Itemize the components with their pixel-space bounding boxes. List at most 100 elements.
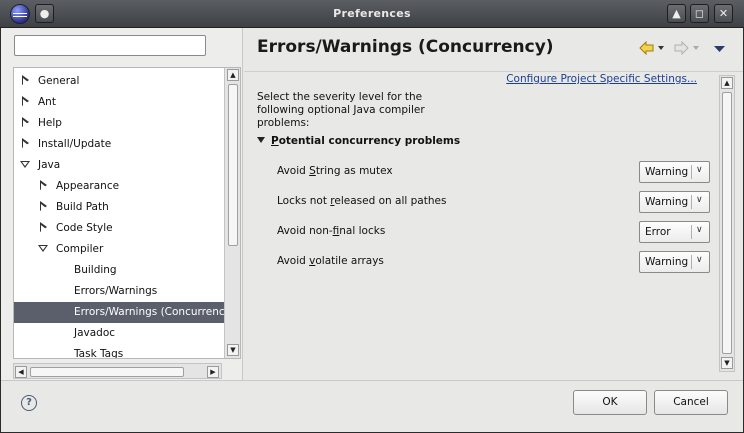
option-label: Avoid non-final locks	[277, 225, 385, 237]
tree-item-label: Errors/Warnings	[74, 285, 158, 297]
left-panel: General Ant Help Install/Update Java Appearan…	[1, 28, 243, 380]
option-row: Avoid non-final locks Error ∨	[277, 221, 717, 243]
tree-item[interactable]: Compiler	[38, 239, 103, 260]
scroll-thumb[interactable]	[228, 84, 238, 246]
option-label-suffix: tring as mutex	[315, 165, 393, 177]
view-menu-button[interactable]	[714, 44, 726, 52]
collapsed-arrow-inner-icon	[38, 224, 50, 234]
tree-item[interactable]: General	[20, 71, 79, 92]
preference-tree: General Ant Help Install/Update Java Appearan…	[13, 67, 241, 359]
dropdown-divider	[691, 225, 692, 239]
tree-item[interactable]: Build Path	[38, 197, 109, 218]
severity-value: Error	[645, 226, 671, 238]
severity-dropdown[interactable]: Warning ∨	[639, 161, 710, 183]
help-icon[interactable]: ?	[21, 395, 37, 411]
back-button[interactable]	[639, 40, 667, 56]
collapsed-arrow-inner-icon	[20, 140, 32, 150]
chevron-down-icon: ∨	[696, 225, 703, 235]
tree-item-label: Appearance	[56, 180, 120, 192]
title-bar: ● Preferences ▲ ◻ ✕	[0, 0, 744, 28]
maximize-button[interactable]: ◻	[690, 4, 709, 23]
option-label-prefix: Locks not	[277, 195, 331, 207]
collapsed-arrow-inner-icon	[20, 119, 32, 129]
preferences-dialog: General Ant Help Install/Update Java Appearan…	[1, 28, 743, 432]
tree-item[interactable]: Building	[74, 260, 117, 281]
tree-item[interactable]: Appearance	[38, 176, 119, 197]
section-header[interactable]: Potential concurrency problems	[257, 135, 460, 147]
tree-item[interactable]: Install/Update	[20, 134, 111, 155]
close-button[interactable]: ✕	[714, 4, 733, 23]
tree-horizontal-scrollbar[interactable]: ◀ ▶	[13, 363, 222, 379]
tree-item[interactable]: Help	[20, 113, 62, 134]
tree-item-label: General	[38, 75, 80, 87]
tree-item[interactable]: Errors/Warnings	[74, 281, 157, 302]
dropdown-divider	[691, 195, 692, 209]
chevron-down-icon	[714, 46, 725, 52]
severity-value: Warning	[645, 256, 689, 268]
content-scroll-up-arrow[interactable]: ▲	[721, 77, 733, 89]
settings-content: Configure Project Specific Settings... S…	[244, 72, 724, 380]
window-title: Preferences	[333, 7, 411, 20]
expanded-arrow-icon[interactable]	[38, 243, 50, 253]
option-label-prefix: Avoid	[277, 165, 310, 177]
expand-triangle-icon	[257, 137, 265, 143]
option-label-suffix: eleased on all pathes	[334, 195, 447, 207]
tree-item[interactable]: Code Style	[38, 218, 113, 239]
option-label-prefix: Avoid	[277, 255, 310, 267]
tree-vertical-scrollbar[interactable]: ▲ ▼	[224, 68, 240, 358]
option-label-suffix: inal locks	[339, 225, 386, 237]
tree-item-label: Task Tags	[74, 348, 124, 359]
severity-value: Warning	[645, 166, 689, 178]
content-scroll-thumb[interactable]	[722, 92, 732, 354]
tree-item-label: Building	[74, 264, 117, 276]
content-scroll-down-arrow[interactable]: ▼	[721, 357, 733, 369]
scroll-left-arrow[interactable]: ◀	[15, 366, 27, 378]
scroll-up-arrow[interactable]: ▲	[227, 69, 239, 81]
collapsed-arrow-inner-icon	[38, 203, 50, 213]
filter-input[interactable]	[14, 35, 206, 56]
option-label-suffix: olatile arrays	[315, 255, 384, 267]
tree-item[interactable]: Ant	[20, 92, 56, 113]
footer-divider	[1, 380, 743, 381]
tree-item-label: Javadoc	[74, 327, 116, 339]
forward-arrow-icon	[674, 40, 699, 56]
chevron-down-icon: ∨	[696, 195, 703, 205]
ok-button[interactable]: OK	[573, 390, 647, 415]
option-label: Avoid volatile arrays	[277, 255, 384, 267]
chevron-down-icon: ∨	[696, 165, 703, 175]
tree-item-label: Install/Update	[38, 138, 112, 150]
tree-item-label: Ant	[38, 96, 56, 108]
severity-value: Warning	[645, 196, 689, 208]
tree-item-label: Help	[38, 117, 62, 129]
description-text: Select the severity level for the follow…	[257, 91, 425, 129]
back-arrow-icon	[639, 40, 664, 56]
configure-project-settings-link[interactable]: Configure Project Specific Settings...	[506, 73, 697, 85]
tree-item[interactable]: Errors/Warnings (Concurrency)	[14, 302, 235, 323]
scroll-right-arrow[interactable]: ▶	[207, 366, 219, 378]
scroll-down-arrow[interactable]: ▼	[227, 344, 239, 356]
option-label: Locks not released on all pathes	[277, 195, 446, 207]
page-title: Errors/Warnings (Concurrency)	[257, 37, 554, 57]
collapsed-arrow-inner-icon	[20, 77, 32, 87]
tree-item[interactable]: Javadoc	[74, 323, 115, 344]
forward-button[interactable]	[674, 40, 702, 56]
tree-item[interactable]: Java	[20, 155, 60, 176]
severity-dropdown[interactable]: Warning ∨	[639, 191, 710, 213]
tree-item-label: Errors/Warnings (Concurrency)	[74, 306, 235, 318]
expanded-arrow-icon[interactable]	[20, 159, 32, 169]
option-row: Avoid String as mutex Warning ∨	[277, 161, 717, 183]
dropdown-divider	[691, 165, 692, 179]
option-row: Avoid volatile arrays Warning ∨	[277, 251, 717, 273]
cancel-button[interactable]: Cancel	[654, 390, 728, 415]
collapsed-arrow-inner-icon	[20, 98, 32, 108]
severity-dropdown[interactable]: Warning ∨	[639, 251, 710, 273]
tree-item-label: Java	[38, 159, 61, 171]
horizontal-scroll-thumb[interactable]	[30, 367, 184, 377]
severity-dropdown[interactable]: Error ∨	[639, 221, 710, 243]
tree-item-label: Compiler	[56, 243, 104, 255]
collapsed-arrow-inner-icon	[38, 182, 50, 192]
content-vertical-scrollbar[interactable]: ▲ ▼	[719, 75, 735, 372]
minimize-button[interactable]: ▲	[667, 4, 686, 23]
option-label-mnemonic: S	[309, 165, 316, 177]
tree-item[interactable]: Task Tags	[74, 344, 124, 359]
